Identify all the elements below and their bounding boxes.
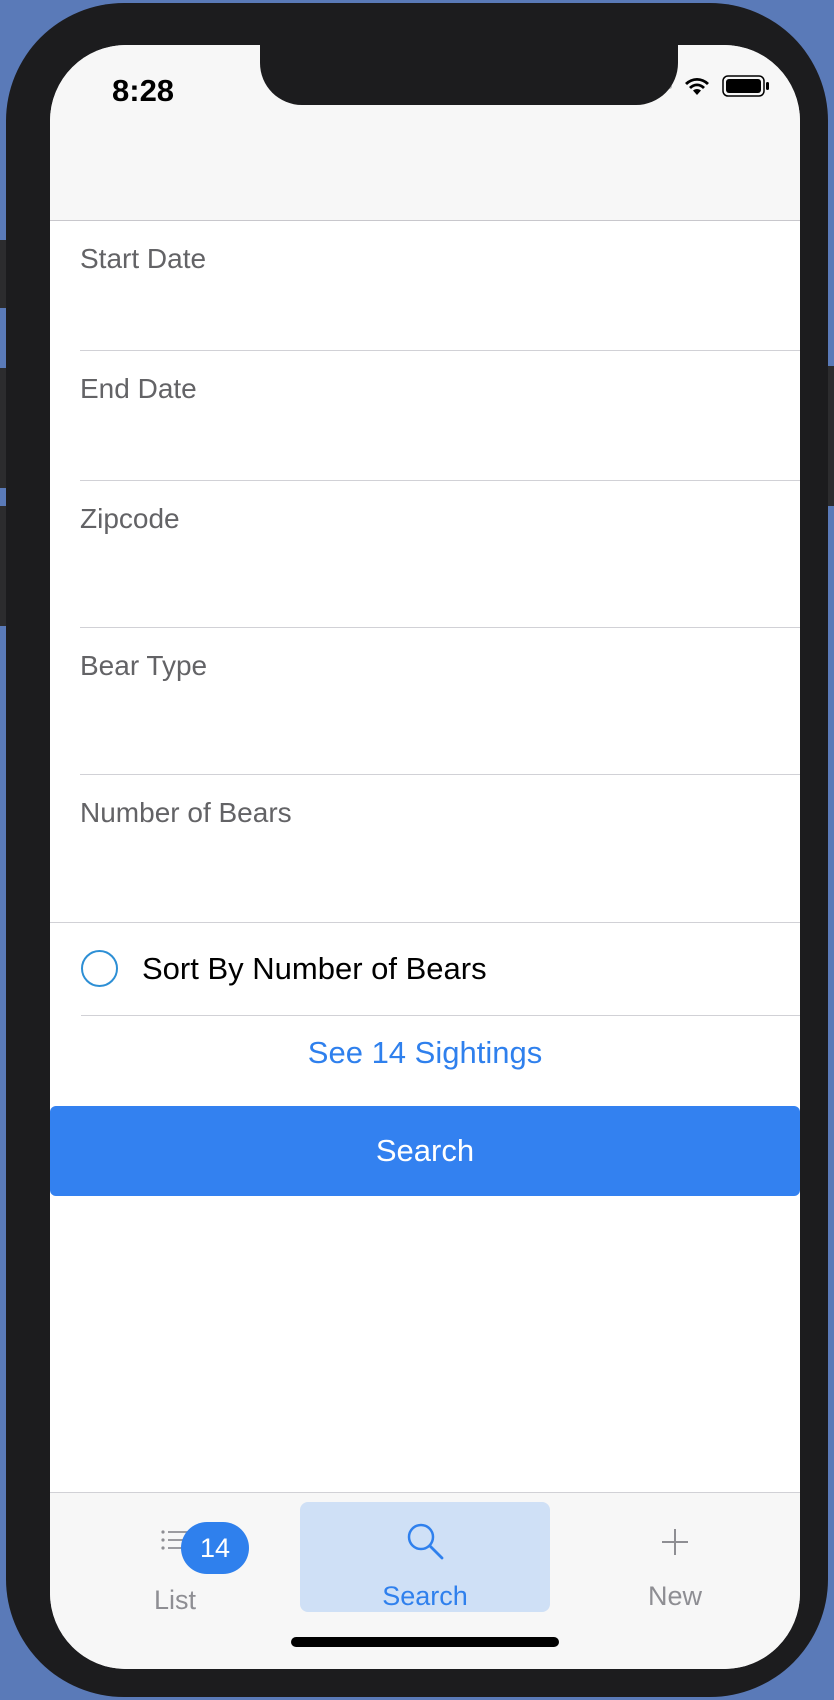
number-of-bears-field[interactable]: Number of Bears [80, 775, 800, 921]
number-of-bears-label: Number of Bears [80, 797, 292, 828]
tab-new[interactable]: New [550, 1503, 800, 1613]
tab-new-label: New [647, 1581, 702, 1611]
tab-list-label: List [153, 1585, 197, 1615]
sort-label: Sort By Number of Bears [142, 951, 487, 986]
home-indicator [291, 1637, 559, 1647]
zipcode-field[interactable]: Zipcode [80, 481, 800, 628]
screen: 8:28 Start Date End Date Zipcode Bear Ty… [50, 45, 800, 1669]
start-date-label: Start Date [80, 243, 207, 274]
search-button[interactable]: Search [50, 1106, 800, 1196]
plus-icon [662, 1529, 688, 1555]
battery-icon [722, 75, 769, 97]
device-frame: 8:28 Start Date End Date Zipcode Bear Ty… [6, 3, 828, 1697]
end-date-label: End Date [80, 373, 197, 404]
bear-type-field[interactable]: Bear Type [80, 628, 800, 775]
divider [81, 1015, 800, 1016]
zipcode-label: Zipcode [80, 503, 180, 534]
start-date-field[interactable]: Start Date [80, 221, 800, 351]
status-time: 8:28 [112, 73, 175, 108]
bear-type-label: Bear Type [80, 650, 208, 681]
sort-by-number-row[interactable]: Sort By Number of Bears [50, 922, 800, 1016]
sort-radio-button[interactable] [81, 950, 118, 987]
tab-search[interactable]: Search [300, 1503, 550, 1613]
wifi-icon [685, 78, 709, 95]
list-count-badge: 14 [181, 1522, 249, 1574]
end-date-field[interactable]: End Date [80, 351, 800, 481]
tab-list[interactable]: 14 List [50, 1503, 300, 1615]
search-icon [407, 1523, 444, 1560]
see-sightings-link[interactable]: See 14 Sightings [50, 1035, 800, 1071]
notch [260, 45, 678, 105]
tab-search-label: Search [382, 1581, 468, 1611]
